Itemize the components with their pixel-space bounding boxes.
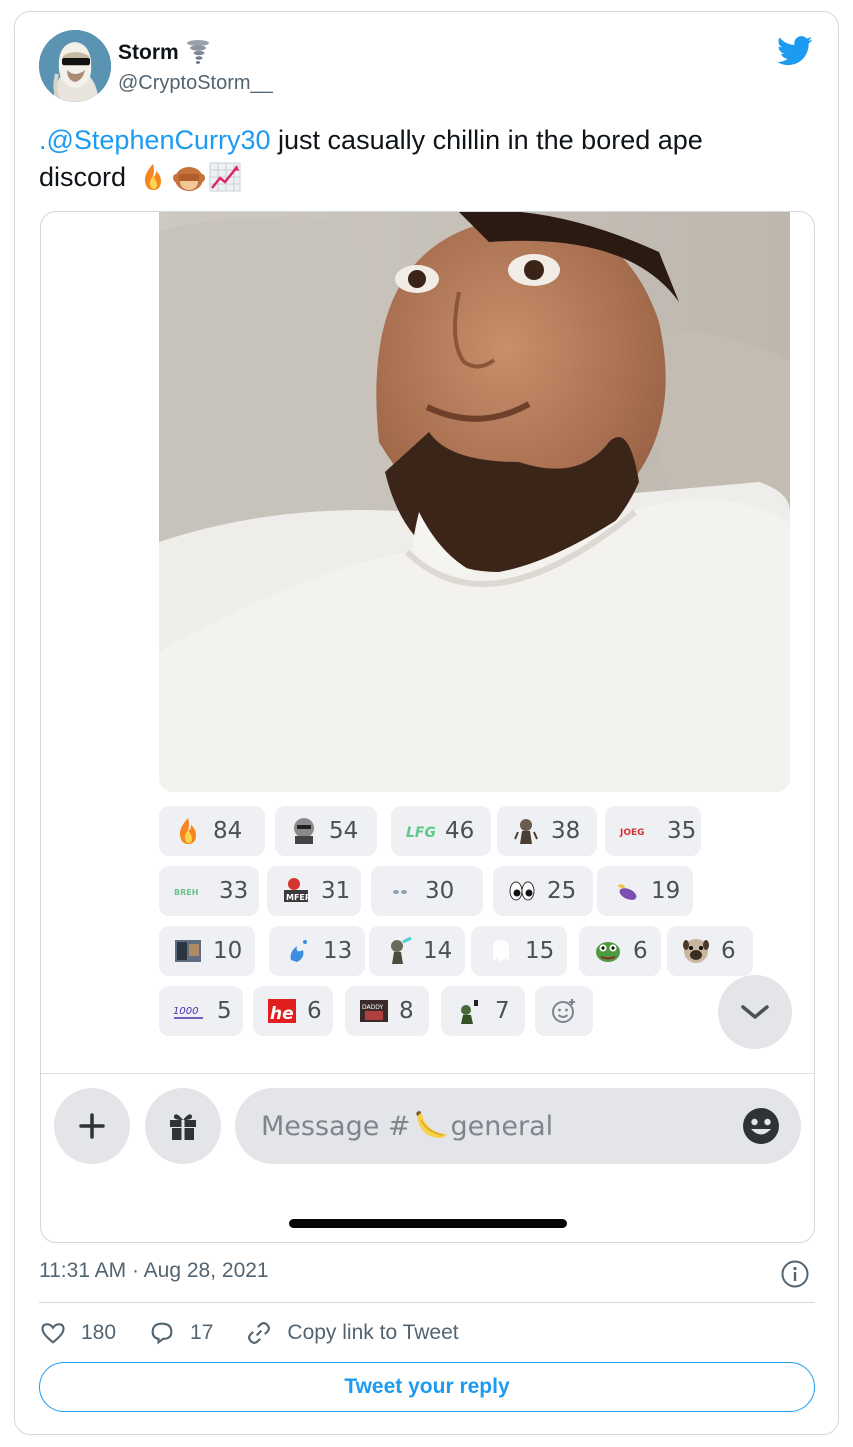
svg-text:LFG: LFG <box>406 825 435 841</box>
svg-text:DADDY: DADDY <box>362 1004 384 1011</box>
twitter-bird-icon[interactable] <box>777 36 813 66</box>
add-reaction-button[interactable] <box>535 986 593 1036</box>
info-icon[interactable] <box>780 1259 810 1289</box>
home-indicator <box>289 1219 567 1228</box>
splash-emoji <box>283 936 313 966</box>
small-eyes-emoji <box>385 876 415 906</box>
pepe-emoji <box>593 936 623 966</box>
action-bar: 180 17 Copy link to Tweet <box>39 1317 491 1349</box>
tornado-icon <box>186 39 210 65</box>
link-icon <box>248 1322 271 1344</box>
he-emoji: he <box>267 996 297 1026</box>
ape-drink-emoji <box>455 996 485 1026</box>
reply-bubble-icon <box>151 1322 173 1345</box>
heart-icon <box>41 1323 65 1344</box>
display-name[interactable]: Storm <box>118 41 179 65</box>
tweet-reply-button[interactable]: Tweet your reply <box>39 1362 815 1412</box>
reaction-chip[interactable]: 54 <box>275 806 377 856</box>
reaction-chip[interactable]: 15 <box>471 926 567 976</box>
reaction-chip[interactable]: 30 <box>371 866 483 916</box>
svg-text:1000: 1000 <box>173 1006 198 1017</box>
reaction-chip[interactable]: JOEG 35 <box>605 806 701 856</box>
reaction-chip[interactable]: BREH 33 <box>159 866 259 916</box>
daddy-emoji: DADDY <box>359 996 389 1026</box>
reaction-chip[interactable]: 13 <box>269 926 365 976</box>
fire-icon <box>136 162 170 192</box>
reaction-chip[interactable]: 19 <box>597 866 693 916</box>
reaction-chip[interactable]: 25 <box>493 866 593 916</box>
chart-increasing-icon <box>208 162 242 192</box>
gift-icon <box>170 1114 196 1140</box>
meme-photo-emoji <box>173 936 203 966</box>
ape-zap-emoji <box>383 936 413 966</box>
see-no-evil-monkey-icon <box>172 162 206 192</box>
tweet-timestamp[interactable]: 11:31 AM · Aug 28, 2021 <box>39 1259 269 1283</box>
reaction-chip[interactable]: LFG 46 <box>391 806 491 856</box>
user-handle[interactable]: @CryptoStorm__ <box>118 72 273 95</box>
reaction-chip[interactable]: 6 <box>579 926 661 976</box>
reaction-chip[interactable]: 7 <box>441 986 525 1036</box>
tweet-card: Storm @CryptoStorm__ .@StephenCurry30 ju… <box>14 11 839 1435</box>
svg-text:JOEG: JOEG <box>619 828 645 838</box>
reaction-chip[interactable]: DADDY 8 <box>345 986 429 1036</box>
gift-nitro-button[interactable] <box>145 1088 221 1164</box>
ape-sticker-emoji <box>289 816 319 846</box>
like-count: 180 <box>81 1321 117 1344</box>
svg-text:he: he <box>270 1004 294 1024</box>
composer-divider <box>41 1073 814 1074</box>
svg-text:MFER: MFER <box>286 893 311 902</box>
message-input[interactable]: Message # general <box>235 1088 801 1164</box>
lfg-emoji: LFG <box>405 816 435 846</box>
chevron-down-icon <box>741 1005 769 1019</box>
tweet-media-image[interactable]: 84 54 LFG 46 38 JOEG 35 BREH 33 MFER 31 … <box>40 211 815 1243</box>
plus-icon <box>79 1113 105 1139</box>
reaction-chip[interactable]: 6 <box>667 926 753 976</box>
tweet-text: .@StephenCurry30 just casually chillin i… <box>39 122 819 196</box>
breh-emoji: BREH <box>173 876 209 906</box>
reaction-chip[interactable]: 38 <box>497 806 597 856</box>
copy-link-button[interactable]: Copy link to Tweet <box>245 1319 459 1347</box>
tweet-text-line1: just casually chillin in the bored ape <box>270 125 703 155</box>
eggplant-emoji <box>611 876 641 906</box>
svg-text:BREH: BREH <box>174 888 198 897</box>
attach-plus-button[interactable] <box>54 1088 130 1164</box>
emoji-picker-icon[interactable] <box>741 1106 781 1146</box>
joeg-emoji: JOEG <box>619 816 657 846</box>
add-reaction-smiley-icon <box>549 996 579 1026</box>
reaction-chip[interactable]: 10 <box>159 926 255 976</box>
eyes-emoji <box>507 876 537 906</box>
mfer-emoji: MFER <box>281 876 311 906</box>
tweet-text-line2: discord <box>39 162 127 192</box>
avatar[interactable] <box>39 30 111 102</box>
copy-link-label: Copy link to Tweet <box>287 1321 459 1344</box>
like-button[interactable]: 180 <box>39 1319 116 1347</box>
ghost-emoji <box>485 936 515 966</box>
banana-icon <box>413 1108 449 1144</box>
scroll-down-button[interactable] <box>718 975 792 1049</box>
hundred-emoji: 1000 <box>173 996 207 1026</box>
reaction-chip[interactable]: 14 <box>369 926 465 976</box>
footer-divider <box>39 1302 815 1303</box>
reaction-chip[interactable]: MFER 31 <box>267 866 361 916</box>
reaction-chip[interactable]: he 6 <box>253 986 333 1036</box>
reply-button[interactable]: 17 <box>148 1319 213 1347</box>
ape-figure-emoji <box>511 816 541 846</box>
pug-emoji <box>681 936 711 966</box>
reaction-chip[interactable]: 1000 5 <box>159 986 243 1036</box>
reply-count: 17 <box>190 1321 214 1344</box>
fire-emoji <box>173 816 203 846</box>
selfie-photo <box>159 212 790 792</box>
reaction-chip[interactable]: 84 <box>159 806 265 856</box>
mention-link[interactable]: .@StephenCurry30 <box>39 125 271 155</box>
